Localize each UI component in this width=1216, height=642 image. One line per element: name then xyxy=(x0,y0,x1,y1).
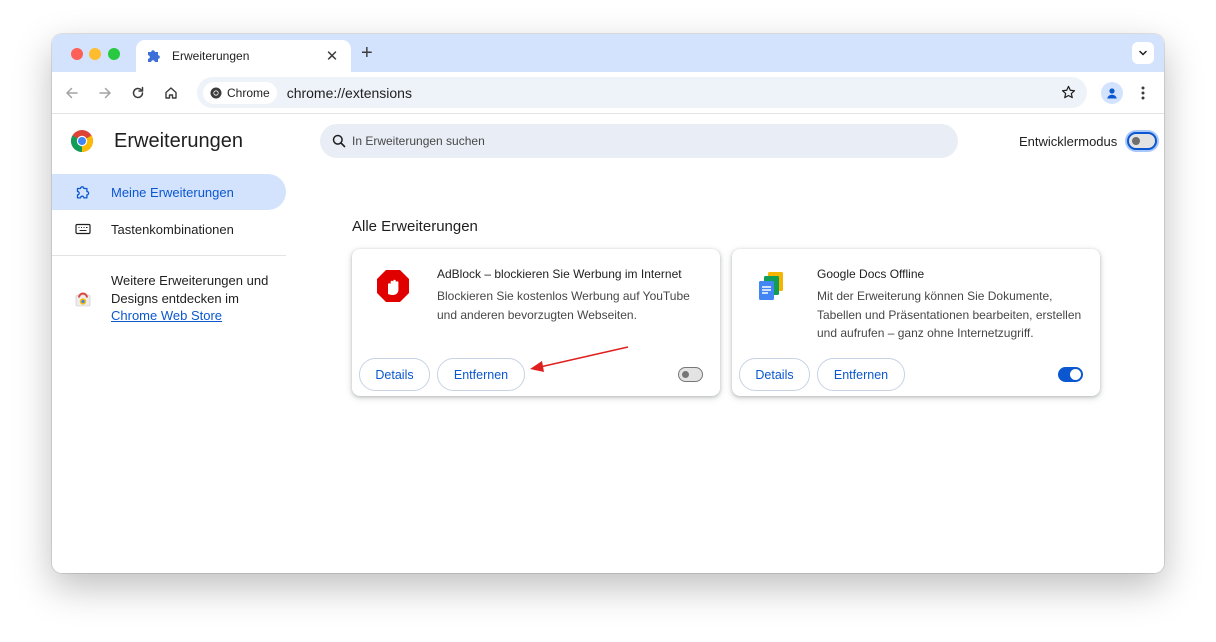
maximize-window-button[interactable] xyxy=(108,48,120,60)
url-text[interactable]: chrome://extensions xyxy=(287,85,1057,101)
developer-mode-label: Entwicklermodus xyxy=(1019,134,1118,149)
extension-card-google-docs-offline: Google Docs Offline Mit der Erweiterung … xyxy=(732,249,1100,396)
extension-description: Blockieren Sie kostenlos Werbung auf You… xyxy=(437,289,690,322)
tab-title: Erweiterungen xyxy=(172,49,250,63)
reload-icon xyxy=(132,86,144,99)
extension-enable-toggle[interactable] xyxy=(678,367,703,382)
browser-window: Erweiterungen ✕ + Chrome chrome://extens… xyxy=(52,34,1164,573)
toggle-knob xyxy=(1132,137,1140,145)
tab-strip: Erweiterungen ✕ + xyxy=(52,34,1164,72)
section-title: Alle Erweiterungen xyxy=(352,218,478,235)
back-button[interactable] xyxy=(61,82,83,104)
sidebar-item-label: Tastenkombinationen xyxy=(111,221,234,237)
promo-text: Weitere Erweiterungen und Designs entdec… xyxy=(111,273,269,306)
chrome-web-store-link[interactable]: Chrome Web Store xyxy=(111,308,222,323)
search-icon xyxy=(332,134,346,148)
home-button[interactable] xyxy=(160,82,182,104)
more-vert-icon xyxy=(1141,86,1145,100)
search-input[interactable] xyxy=(352,134,912,148)
keyboard-icon xyxy=(74,220,92,238)
site-chip-label: Chrome xyxy=(227,85,270,100)
person-icon xyxy=(1107,88,1117,99)
forward-button[interactable] xyxy=(94,82,116,104)
puzzle-icon xyxy=(74,183,92,201)
minimize-window-button[interactable] xyxy=(89,48,101,60)
details-button[interactable]: Details xyxy=(359,358,430,391)
details-button[interactable]: Details xyxy=(739,358,810,391)
chevron-down-icon xyxy=(1139,50,1147,56)
extension-name: Google Docs Offline xyxy=(817,267,925,281)
home-icon xyxy=(165,87,177,99)
reload-button[interactable] xyxy=(127,82,149,104)
profile-avatar-button[interactable] xyxy=(1101,82,1123,104)
puzzle-icon xyxy=(146,48,162,64)
sidebar-item-my-extensions[interactable]: Meine Erweiterungen xyxy=(52,174,286,210)
sidebar-item-label: Meine Erweiterungen xyxy=(111,184,234,200)
web-store-promo-text: Weitere Erweiterungen und Designs entdec… xyxy=(111,272,281,325)
site-info-chip[interactable]: Chrome xyxy=(203,81,277,104)
remove-button[interactable]: Entfernen xyxy=(437,358,525,391)
extension-card-adblock: AdBlock – blockieren Sie Werbung im Inte… xyxy=(352,249,720,396)
browser-menu-button[interactable] xyxy=(1135,82,1151,104)
search-box[interactable] xyxy=(320,124,958,158)
toggle-knob xyxy=(1070,369,1081,380)
extensions-page: Erweiterungen Entwicklermodus Meine Erwe… xyxy=(52,115,1164,573)
sidebar-item-shortcuts[interactable]: Tastenkombinationen xyxy=(52,211,286,247)
remove-button[interactable]: Entfernen xyxy=(817,358,905,391)
toolbar: Chrome chrome://extensions xyxy=(52,72,1164,114)
extension-enable-toggle[interactable] xyxy=(1058,367,1083,382)
tab-search-button[interactable] xyxy=(1132,42,1154,64)
adblock-stop-hand-icon xyxy=(374,267,412,305)
toggle-knob xyxy=(682,370,689,378)
new-tab-button[interactable]: + xyxy=(361,42,373,64)
chrome-web-store-icon xyxy=(75,291,91,307)
google-docs-offline-icon xyxy=(754,267,792,305)
sidebar-divider xyxy=(52,255,286,256)
arrow-left-icon xyxy=(66,87,78,99)
address-bar[interactable]: Chrome chrome://extensions xyxy=(197,77,1087,108)
chrome-logo-icon xyxy=(70,129,94,153)
extension-name: AdBlock – blockieren Sie Werbung im Inte… xyxy=(437,267,682,281)
page-title: Erweiterungen xyxy=(114,130,243,152)
arrow-right-icon xyxy=(99,87,111,99)
chrome-logo-icon xyxy=(210,87,222,99)
tab-extensions[interactable]: Erweiterungen ✕ xyxy=(136,40,351,72)
bookmark-star-icon[interactable] xyxy=(1057,82,1079,104)
close-window-button[interactable] xyxy=(71,48,83,60)
extension-description: Mit der Erweiterung können Sie Dokumente… xyxy=(817,289,1082,340)
developer-mode-toggle[interactable] xyxy=(1127,132,1157,150)
close-tab-icon[interactable]: ✕ xyxy=(323,47,341,65)
